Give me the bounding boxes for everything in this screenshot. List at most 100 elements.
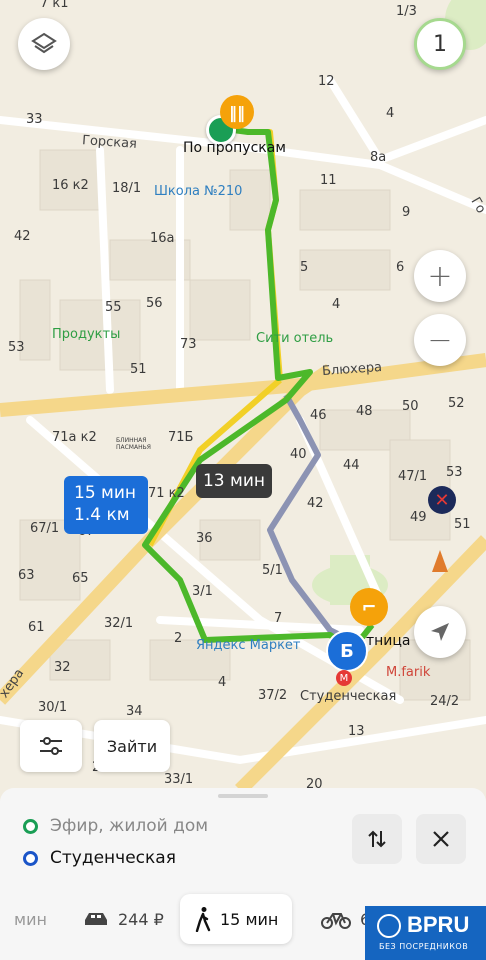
finish-marker-label: Б	[340, 640, 354, 662]
house-number: 5/1	[262, 563, 283, 578]
route-bubble-main[interactable]: 15 мин 1.4 км	[64, 476, 148, 534]
minus-icon: −	[427, 322, 453, 358]
metro-letter: М	[339, 672, 349, 684]
enter-button[interactable]: Зайти	[94, 720, 170, 772]
house-number: 7 к1	[40, 0, 69, 11]
house-number: 8а	[370, 150, 387, 165]
house-number: 6	[396, 260, 405, 275]
mode-taxi[interactable]: 244 ₽	[82, 894, 164, 944]
mode-taxi-label: 244 ₽	[118, 909, 164, 929]
bpru-logo: BPRU БЕЗ ПОСРЕДНИКОВ	[365, 906, 486, 960]
barrier-icon[interactable]: ‖‖	[220, 95, 254, 129]
map-view[interactable]: 1/3 7 к1 12 4 33 8а 16 к2 18/1 11 9 42 1…	[0, 0, 486, 790]
house-number: 18/1	[112, 181, 142, 196]
mode-car[interactable]: мин	[14, 894, 47, 944]
house-number: 52	[448, 396, 465, 411]
house-number: 44	[343, 458, 360, 473]
mode-walk-label: 15 мин	[220, 909, 279, 929]
sheet-handle[interactable]	[218, 794, 268, 798]
house-number: 9	[402, 205, 411, 220]
house-number: 53	[446, 465, 463, 480]
taxi-icon	[85, 913, 107, 925]
poi-blinnaya: БЛИННАЯ ПАСМАНЬЯ	[116, 437, 151, 451]
close-button[interactable]	[416, 814, 466, 864]
to-dot-icon	[23, 851, 38, 866]
layer-count-button[interactable]: 1	[414, 18, 466, 70]
house-number: 3/1	[192, 584, 213, 599]
swap-button[interactable]	[352, 814, 402, 864]
poi-products[interactable]: Продукты	[52, 327, 120, 342]
house-number: 5	[300, 260, 309, 275]
house-number: 49	[410, 510, 427, 525]
house-number: 65	[72, 571, 89, 586]
poi-farik[interactable]: M.farik	[386, 665, 430, 680]
layers-icon	[31, 32, 57, 54]
house-number: 34	[126, 704, 143, 719]
route-bubble-alt[interactable]: 13 мин	[196, 464, 272, 498]
north-arrow-icon	[432, 550, 448, 572]
house-number: 63	[18, 568, 35, 583]
alt-route-time: 13 мин	[202, 471, 266, 491]
house-number: 73	[180, 337, 197, 352]
zoom-out-button[interactable]: −	[414, 314, 466, 366]
house-number: 4	[218, 675, 227, 690]
house-number: 7	[274, 611, 283, 626]
house-number: 71а к2	[52, 430, 97, 445]
poi-school[interactable]: Школа №210	[154, 184, 242, 199]
house-number: 67/1	[30, 521, 60, 536]
house-number: 50	[402, 399, 419, 414]
house-number: 42	[307, 496, 324, 511]
from-dot-icon	[23, 819, 38, 834]
navigation-icon	[431, 623, 449, 641]
route-to[interactable]: Студенческая	[50, 848, 176, 868]
route-from[interactable]: Эфир, жилой дом	[50, 816, 208, 836]
house-number: 13	[348, 724, 365, 739]
layer-count: 1	[433, 31, 447, 57]
poi-hotel[interactable]: Сити отель	[256, 331, 333, 346]
route-distance: 1.4 км	[74, 505, 130, 525]
swap-icon	[368, 830, 386, 848]
house-number: 33	[26, 112, 43, 127]
house-number: 37/2	[258, 688, 288, 703]
poi-stantsiya[interactable]: тница	[366, 633, 411, 649]
house-number: 4	[332, 297, 341, 312]
start-label: По пропускам	[183, 140, 286, 156]
house-number: 16 к2	[52, 178, 89, 193]
closed-icon[interactable]: ✕	[428, 486, 456, 514]
poi-market[interactable]: Яндекс Маркет	[196, 638, 301, 653]
house-number: 51	[130, 362, 147, 377]
house-number: 51	[454, 517, 471, 532]
finish-marker[interactable]: Б	[326, 630, 368, 672]
house-number: 36	[196, 531, 213, 546]
plus-icon: +	[427, 258, 453, 294]
filters-button[interactable]	[20, 720, 82, 772]
zoom-in-button[interactable]: +	[414, 250, 466, 302]
house-number: 61	[28, 620, 45, 635]
house-number: 48	[356, 404, 373, 419]
house-number: 16а	[150, 231, 175, 246]
poi-metro-studencheskaya[interactable]: Студенческая	[300, 689, 396, 704]
house-number: 32	[54, 660, 71, 675]
house-number: 42	[14, 229, 31, 244]
house-number: 46	[310, 408, 327, 423]
stairs-icon[interactable]: ⌐	[350, 588, 388, 626]
bpru-logo-name: BPRU	[407, 912, 470, 937]
house-number: 11	[320, 173, 337, 188]
metro-icon: М	[336, 670, 352, 686]
locate-me-button[interactable]	[414, 606, 466, 658]
house-number: 1/3	[396, 4, 417, 19]
house-number: 12	[318, 74, 335, 89]
mode-car-label: мин	[14, 909, 47, 929]
walk-icon	[195, 907, 211, 932]
enter-button-label: Зайти	[106, 736, 158, 756]
house-number: 33/1	[164, 772, 194, 787]
house-number: 71Б	[168, 430, 194, 445]
house-number: 71 к2	[148, 486, 185, 501]
bike-icon	[321, 913, 351, 929]
layers-button[interactable]	[18, 18, 70, 70]
house-number: 47/1	[398, 469, 428, 484]
mode-walk[interactable]: 15 мин	[180, 894, 293, 944]
house-number: 56	[146, 296, 163, 311]
bpru-logo-tagline: БЕЗ ПОСРЕДНИКОВ	[379, 942, 469, 951]
mode-bike[interactable]: 6	[320, 894, 370, 944]
